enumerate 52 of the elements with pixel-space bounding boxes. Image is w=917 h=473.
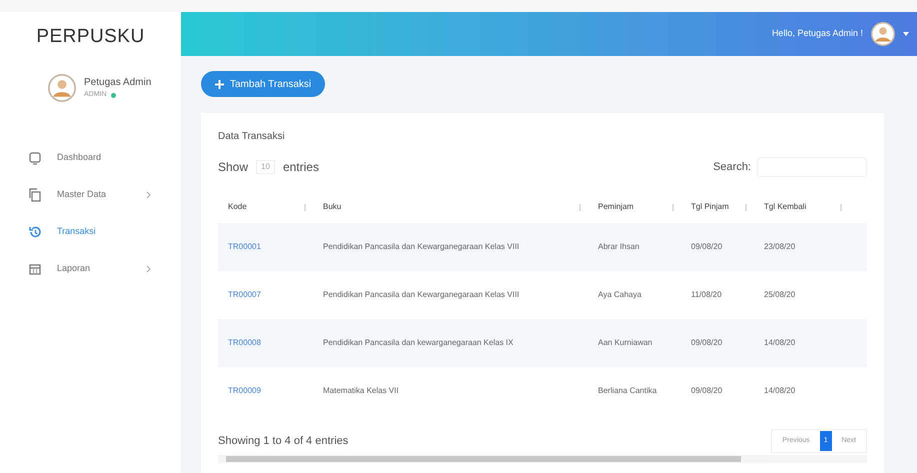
table-cell-text: Matematika Kelas VII xyxy=(322,385,400,397)
sidebar-item[interactable]: Master Data xyxy=(0,176,181,212)
column-header[interactable]: Kode xyxy=(218,201,313,213)
table-cell-text: 09/08/20 xyxy=(690,241,724,253)
monitor-icon xyxy=(28,150,42,164)
sidebar-item[interactable]: Transaksi xyxy=(0,214,181,250)
avatar-icon xyxy=(48,74,76,102)
table-cell-text: Pendidikan Pancasila dan Kewarganegaraan Kelas VIII xyxy=(322,241,520,253)
page-size-select[interactable]: 10 xyxy=(256,160,275,174)
history-icon xyxy=(28,224,42,238)
brand-title: PERPUSKU xyxy=(35,25,146,49)
card-title: Data Transaksi xyxy=(218,130,286,144)
greeting-text: Hello, Petugas Admin ! xyxy=(772,27,863,40)
table-cell-text: Abrar Ihsan xyxy=(597,241,640,253)
table-cell-text: 09/08/20 xyxy=(690,337,724,349)
sort-icon xyxy=(839,204,843,210)
sort-icon xyxy=(744,204,748,210)
code-link[interactable]: TR00009 xyxy=(218,385,313,397)
sort-icon xyxy=(303,204,307,210)
show-label: Show xyxy=(218,159,248,176)
table-cell-text: Aan Kurniawan xyxy=(597,337,654,349)
search-label: Search: xyxy=(713,160,751,175)
table-cell-text: 11/08/20 xyxy=(690,289,723,301)
table-cell-text: Aya Cahaya xyxy=(597,289,642,301)
table-cell-text: Pendidikan Pancasila dan Kewarganegaraan Kelas VIII xyxy=(322,289,520,301)
column-header[interactable]: Tgl Pinjam xyxy=(681,201,754,213)
column-header[interactable]: Buku xyxy=(313,201,588,213)
sidebar-item[interactable]: Laporan xyxy=(0,250,181,286)
table-info: Showing 1 to 4 of 4 entries xyxy=(218,434,348,449)
avatar-icon xyxy=(871,22,895,46)
code-link[interactable]: TR00001 xyxy=(218,241,313,253)
calendar-icon xyxy=(28,262,42,276)
code-link[interactable]: TR00007 xyxy=(218,289,313,301)
caret-icon[interactable] xyxy=(903,32,909,36)
table-cell-text: Pendidikan Pancasila dan kewarganegaraan Kelas IX xyxy=(322,337,514,349)
sidebar-item[interactable]: Dashboard xyxy=(0,140,181,176)
copy-icon xyxy=(28,188,42,202)
table-cell-text: 14/08/20 xyxy=(763,385,796,397)
entries-label: entries xyxy=(282,159,320,176)
sort-icon xyxy=(671,204,675,210)
column-header[interactable]: Tgl Kembali xyxy=(754,201,849,213)
user-name: Petugas Admin xyxy=(84,76,152,90)
table-cell-text: 09/08/20 xyxy=(690,385,724,397)
sort-icon xyxy=(578,204,582,210)
plus-icon xyxy=(215,80,224,88)
column-header[interactable]: Peminjam xyxy=(588,201,681,213)
table-cell-text: Berliana Cantika xyxy=(597,385,658,397)
table-cell-text: 25/08/20 xyxy=(763,289,796,301)
table-cell-text: 23/08/20 xyxy=(763,241,796,253)
table-cell-text: 14/08/20 xyxy=(763,337,796,349)
code-link[interactable]: TR00008 xyxy=(218,337,313,349)
add-transaction-button[interactable]: Tambah Transaksi xyxy=(201,71,326,97)
